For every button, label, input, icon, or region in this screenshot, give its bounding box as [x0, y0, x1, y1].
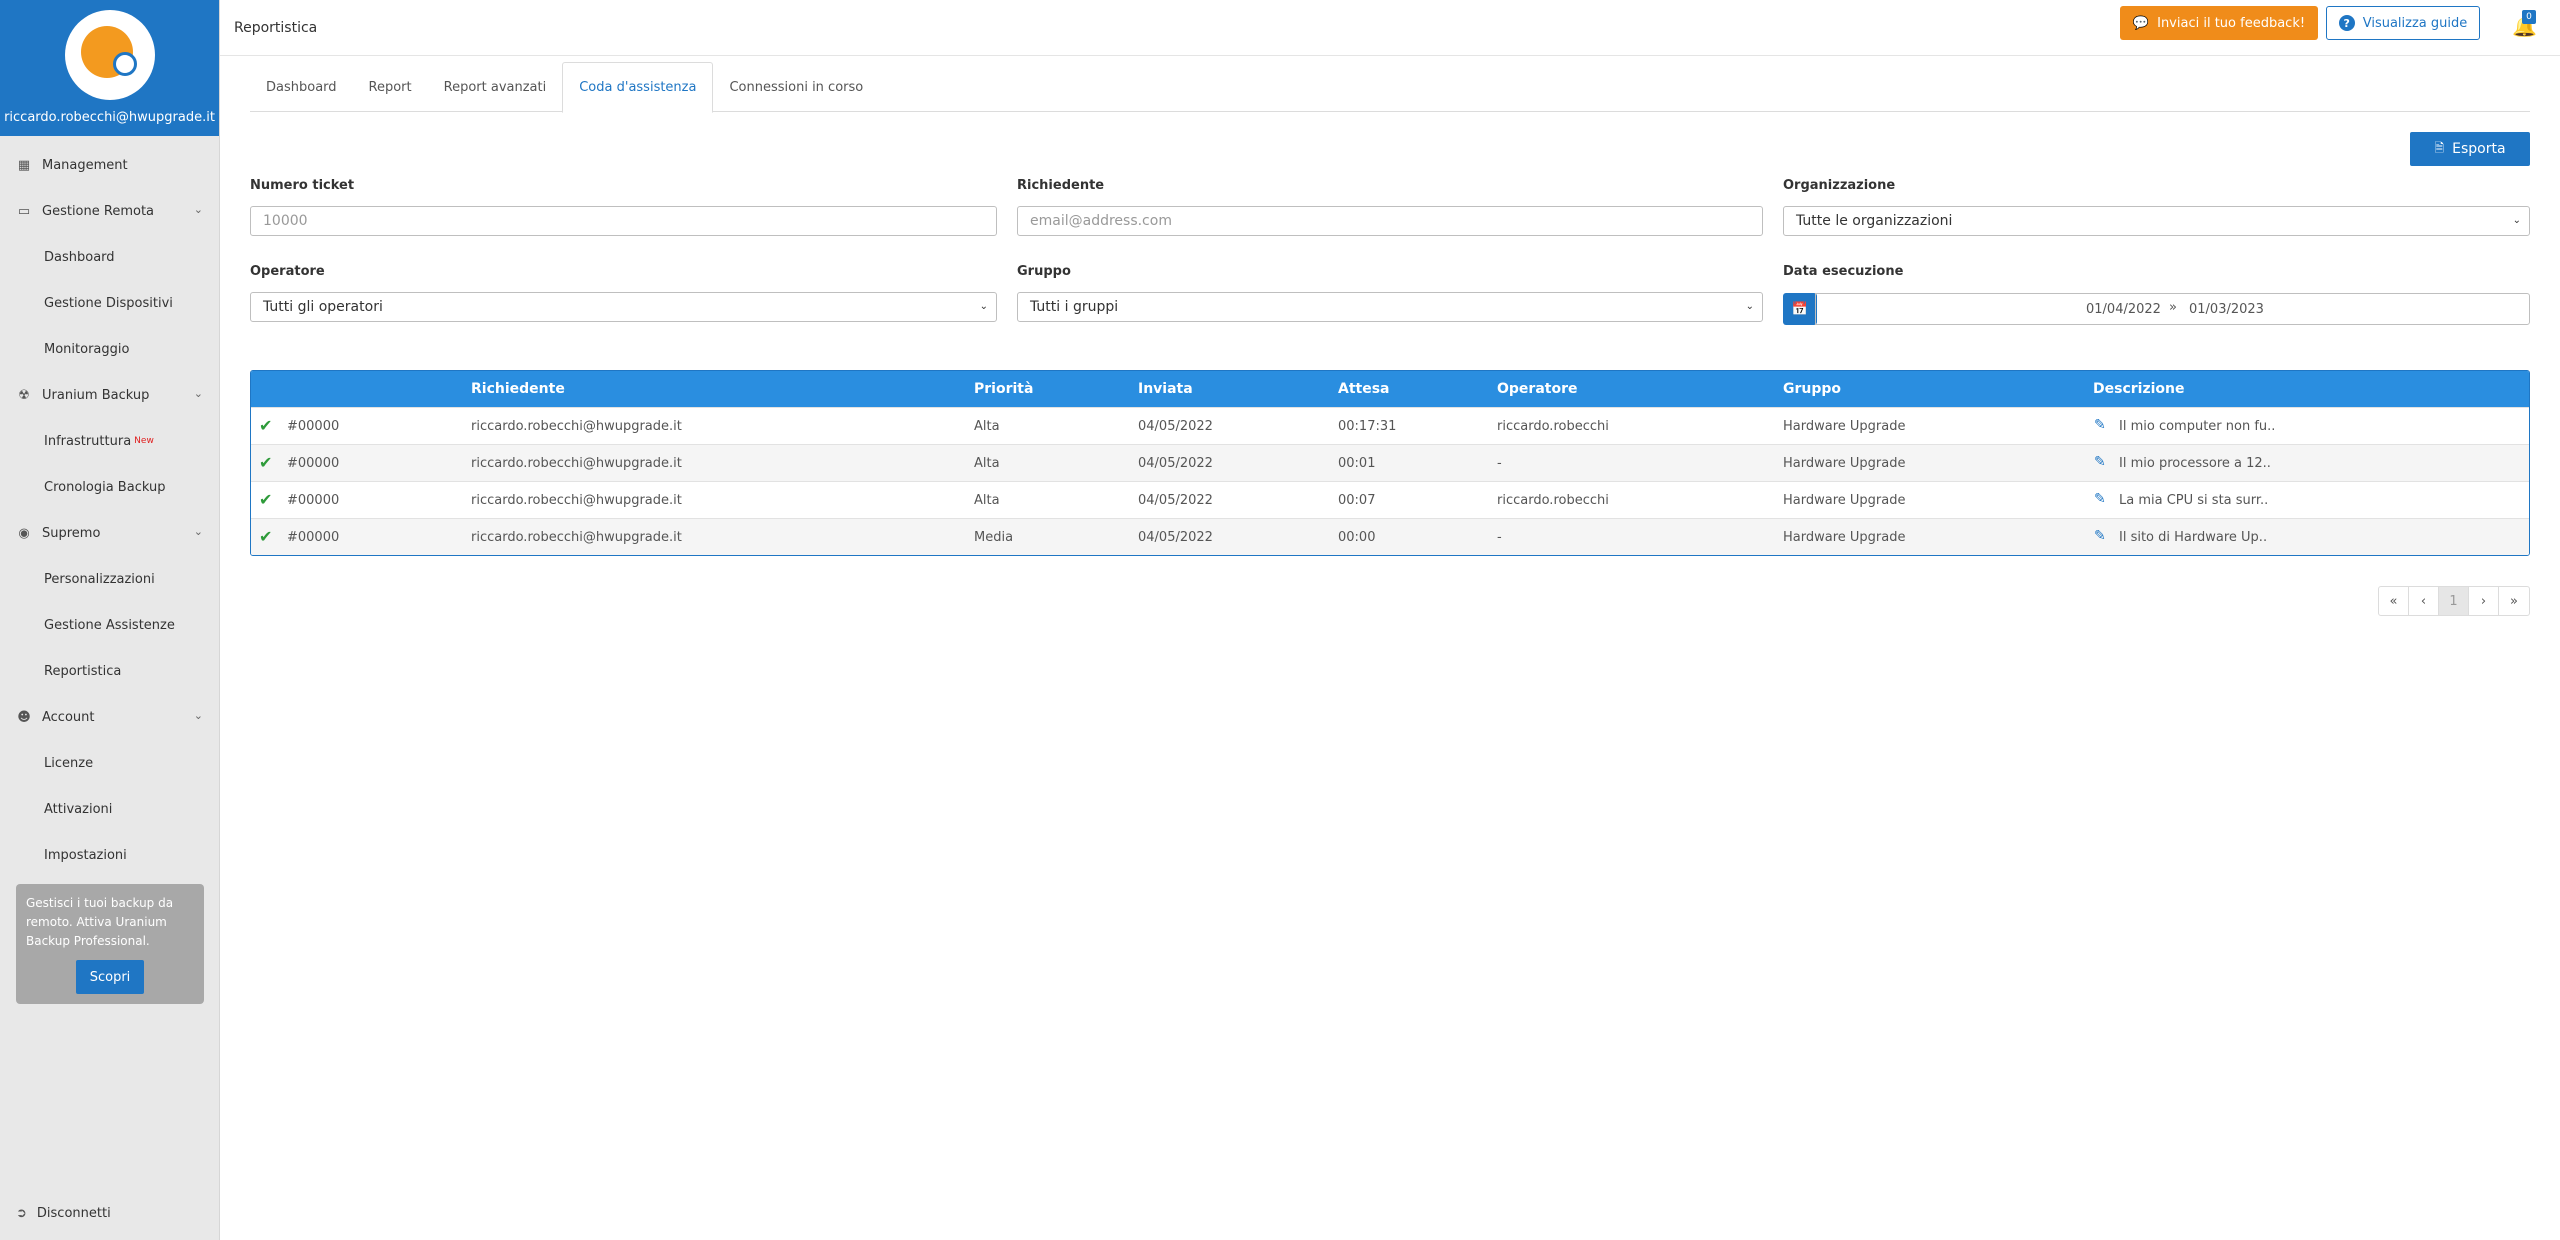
promo-text: Gestisci i tuoi backup da remoto. Attiva…: [26, 896, 174, 948]
sidebar-item-infrastruttura[interactable]: Infrastruttura New: [0, 418, 219, 464]
check-icon: ✔: [259, 527, 273, 546]
date-to: 01/03/2023: [2189, 302, 2264, 317]
sitemap-icon: ▦: [17, 157, 31, 173]
sidebar-item-dashboard[interactable]: Dashboard: [0, 234, 219, 280]
table-header: Richiedente Priorità Inviata Attesa Oper…: [251, 371, 2529, 407]
question-icon: ?: [2338, 15, 2355, 31]
organization-select[interactable]: Tutte le organizzazioni ⌄: [1783, 206, 2530, 236]
ticket-label: Numero ticket: [250, 178, 355, 193]
col-richiedente[interactable]: Richiedente: [471, 381, 565, 397]
chevron-down-icon: ⌄: [193, 387, 203, 400]
group-label: Gruppo: [1017, 264, 1071, 279]
table-row[interactable]: ✔ #00000 riccardo.robecchi@hwupgrade.it …: [251, 444, 2529, 481]
table-row[interactable]: ✔ #00000 riccardo.robecchi@hwupgrade.it …: [251, 481, 2529, 518]
sidebar-header: riccardo.robecchi@hwupgrade.it: [0, 0, 219, 136]
col-gruppo[interactable]: Gruppo: [1783, 381, 1841, 397]
col-operatore[interactable]: Operatore: [1497, 381, 1577, 397]
topbar: Reportistica 💬 Inviaci il tuo feedback! …: [220, 0, 2560, 56]
sidebar: riccardo.robecchi@hwupgrade.it ▦ Managem…: [0, 0, 220, 1240]
chevron-down-icon: ⌄: [1745, 301, 1754, 312]
notification-badge: 0: [2522, 10, 2536, 24]
chevron-down-icon: ⌄: [193, 525, 203, 538]
sidebar-item-supremo[interactable]: ◉ Supremo ⌄: [0, 510, 219, 556]
sidebar-item-attivazioni[interactable]: Attivazioni: [0, 786, 219, 832]
date-range-field[interactable]: 01/04/2022 » 01/03/2023: [1815, 293, 2530, 325]
sidebar-item-management[interactable]: ▦ Management: [0, 142, 219, 188]
sidebar-item-gestione-remota[interactable]: ▭ Gestione Remota ⌄: [0, 188, 219, 234]
col-descrizione[interactable]: Descrizione: [2093, 381, 2184, 397]
chevron-down-icon: ⌄: [193, 203, 203, 216]
sidebar-item-cronologia-backup[interactable]: Cronologia Backup: [0, 464, 219, 510]
first-page-button[interactable]: «: [2379, 587, 2409, 615]
tab-report-avanzati[interactable]: Report avanzati: [428, 62, 563, 112]
file-icon: 🗎: [2434, 140, 2445, 155]
user-email: riccardo.robecchi@hwupgrade.it: [4, 110, 215, 125]
chevron-down-icon: ⌄: [2512, 215, 2521, 226]
sidebar-item-gestione-dispositivi[interactable]: Gestione Dispositivi: [0, 280, 219, 326]
date-from: 01/04/2022: [2086, 302, 2161, 317]
supremo-icon: ◉: [18, 525, 30, 541]
pencil-icon[interactable]: ✎: [2094, 454, 2106, 470]
date-label: Data esecuzione: [1783, 264, 1904, 279]
calendar-icon[interactable]: 📅: [1783, 293, 1817, 325]
logout-icon: ➲: [16, 1206, 27, 1221]
chevron-down-icon: ⌄: [193, 709, 203, 722]
current-page[interactable]: 1: [2439, 587, 2469, 615]
sidebar-item-account[interactable]: ☻ Account ⌄: [0, 694, 219, 740]
table-row[interactable]: ✔ #00000 riccardo.robecchi@hwupgrade.it …: [251, 518, 2529, 555]
operator-select[interactable]: Tutti gli operatori ⌄: [250, 292, 997, 322]
tab-dashboard[interactable]: Dashboard: [250, 62, 353, 112]
sidebar-item-reportistica[interactable]: Reportistica: [0, 648, 219, 694]
page-title: Reportistica: [234, 20, 318, 36]
prev-page-button[interactable]: ‹: [2409, 587, 2439, 615]
check-icon: ✔: [259, 453, 273, 472]
monitor-icon: ▭: [17, 203, 31, 219]
ticket-input[interactable]: 10000: [250, 206, 997, 236]
group-select[interactable]: Tutti i gruppi ⌄: [1017, 292, 1763, 322]
sidebar-item-impostazioni[interactable]: Impostazioni: [0, 832, 219, 878]
col-inviata[interactable]: Inviata: [1138, 381, 1193, 397]
check-icon: ✔: [259, 490, 273, 509]
double-arrow-icon: »: [2169, 300, 2177, 315]
check-icon: ✔: [259, 416, 273, 435]
pagination: « ‹ 1 › »: [2378, 586, 2530, 616]
requester-input[interactable]: email@address.com: [1017, 206, 1763, 236]
scopri-button[interactable]: Scopri: [76, 960, 144, 994]
tab-connessioni[interactable]: Connessioni in corso: [713, 62, 879, 112]
requester-label: Richiedente: [1017, 178, 1105, 193]
pencil-icon[interactable]: ✎: [2094, 491, 2106, 507]
sidebar-item-monitoraggio[interactable]: Monitoraggio: [0, 326, 219, 372]
sidebar-item-personalizzazioni[interactable]: Personalizzazioni: [0, 556, 219, 602]
tabs: Dashboard Report Report avanzati Coda d'…: [250, 62, 2530, 113]
sidebar-nav: ▦ Management ▭ Gestione Remota ⌄ Dashboa…: [0, 136, 219, 878]
logout-link[interactable]: ➲ Disconnetti: [16, 1206, 111, 1221]
operator-label: Operatore: [250, 264, 325, 279]
ticket-table: Richiedente Priorità Inviata Attesa Oper…: [250, 370, 2530, 556]
chevron-down-icon: ⌄: [979, 301, 988, 312]
supremo-logo-icon: [64, 10, 155, 100]
pencil-icon[interactable]: ✎: [2094, 417, 2106, 433]
table-body: ✔ #00000 riccardo.robecchi@hwupgrade.it …: [251, 407, 2529, 555]
sidebar-item-licenze[interactable]: Licenze: [0, 740, 219, 786]
promo-box: Gestisci i tuoi backup da remoto. Attiva…: [16, 884, 204, 1004]
col-priorita[interactable]: Priorità: [974, 381, 1033, 397]
tab-coda-assistenza[interactable]: Coda d'assistenza: [562, 62, 714, 113]
table-row[interactable]: ✔ #00000 riccardo.robecchi@hwupgrade.it …: [251, 407, 2529, 444]
last-page-button[interactable]: »: [2499, 587, 2529, 615]
user-icon: ☻: [17, 709, 31, 725]
sidebar-item-uranium-backup[interactable]: ☢ Uranium Backup ⌄: [0, 372, 219, 418]
tab-report[interactable]: Report: [353, 62, 428, 112]
chat-icon: 💬: [2132, 15, 2150, 31]
uranium-icon: ☢: [18, 387, 30, 403]
sidebar-item-gestione-assistenze[interactable]: Gestione Assistenze: [0, 602, 219, 648]
organization-label: Organizzazione: [1783, 178, 1896, 193]
new-badge: New: [134, 436, 154, 446]
feedback-button[interactable]: 💬 Inviaci il tuo feedback!: [2120, 6, 2318, 40]
col-attesa[interactable]: Attesa: [1338, 381, 1390, 397]
guide-button[interactable]: ? Visualizza guide: [2326, 6, 2480, 40]
export-button[interactable]: 🗎 Esporta: [2410, 132, 2530, 166]
next-page-button[interactable]: ›: [2469, 587, 2499, 615]
pencil-icon[interactable]: ✎: [2094, 528, 2106, 544]
